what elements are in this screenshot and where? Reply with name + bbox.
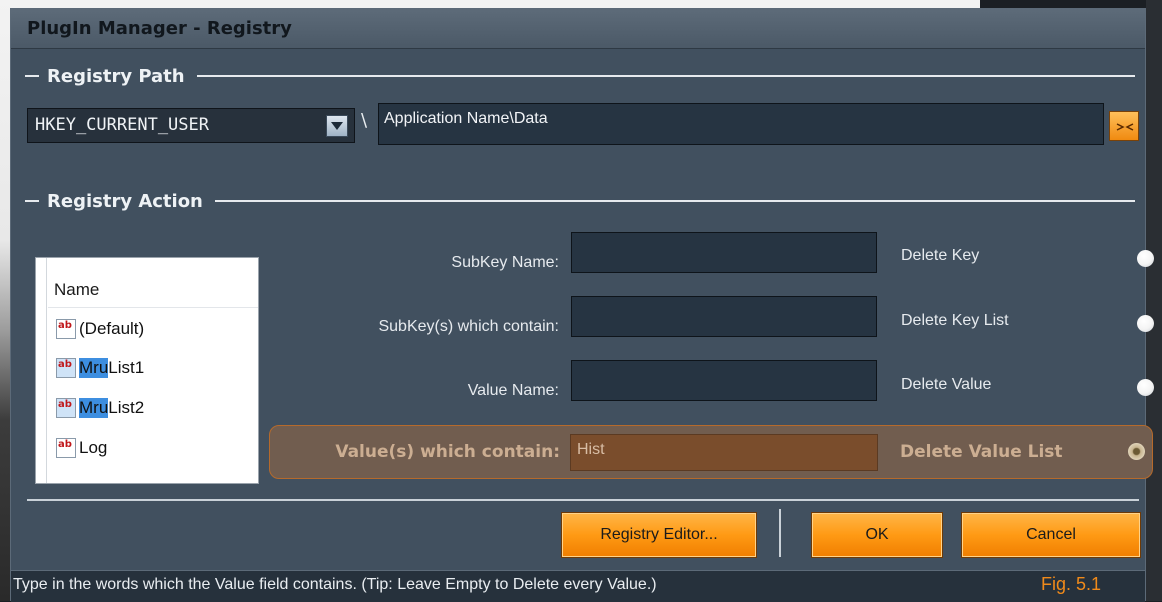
- hive-select[interactable]: HKEY_CURRENT_USER: [27, 108, 355, 143]
- plugin-manager-dialog: PlugIn Manager - Registry Registry Path …: [10, 8, 1154, 602]
- delete-value-label: Delete Value: [901, 376, 992, 393]
- delete-key-radio[interactable]: [1137, 250, 1154, 267]
- value-name-label: Value Name:: [467, 382, 559, 399]
- reg-string-icon: ab: [56, 438, 76, 458]
- list-item[interactable]: ab Mru List2: [56, 394, 144, 422]
- list-item[interactable]: ab (Default): [56, 315, 144, 343]
- registry-path-label: Registry Path: [47, 65, 185, 87]
- delete-value-list-label: Delete Value List: [900, 442, 1063, 462]
- list-item[interactable]: ab Log: [56, 434, 107, 462]
- button-separator: [779, 509, 781, 557]
- search-highlight: Mru: [79, 358, 109, 378]
- list-item[interactable]: ab Mru List1: [56, 354, 144, 382]
- window-title: PlugIn Manager - Registry: [27, 18, 292, 39]
- figure-label: Fig. 5.1: [1041, 574, 1102, 594]
- hive-select-value: HKEY_CURRENT_USER: [35, 115, 209, 135]
- delete-key-list-radio[interactable]: [1137, 315, 1154, 332]
- selected-action-row[interactable]: Value(s) which contain: Hist Delete Valu…: [269, 425, 1153, 479]
- background-desktop: [0, 0, 10, 601]
- registry-action-label: Registry Action: [47, 190, 203, 212]
- subkeys-contain-input[interactable]: [571, 296, 877, 337]
- ok-button[interactable]: OK: [811, 512, 943, 558]
- registry-path-input[interactable]: Application Name\Data: [378, 103, 1104, 145]
- values-contain-label: Value(s) which contain:: [335, 442, 560, 462]
- background-desktop-right: [1146, 0, 1162, 601]
- registry-path-section-header: Registry Path: [25, 62, 1135, 90]
- search-highlight: Mru: [79, 398, 109, 418]
- subkey-name-label: SubKey Name:: [451, 254, 559, 271]
- delete-value-radio[interactable]: [1137, 379, 1154, 396]
- cancel-button[interactable]: Cancel: [961, 512, 1141, 558]
- delete-key-label: Delete Key: [901, 247, 980, 264]
- subkey-name-input[interactable]: [571, 232, 877, 273]
- delete-value-list-radio[interactable]: [1128, 443, 1145, 460]
- reg-string-icon: ab: [56, 319, 76, 339]
- subkeys-contain-label: SubKey(s) which contain:: [378, 318, 559, 335]
- registry-editor-button[interactable]: Registry Editor...: [561, 512, 757, 558]
- delete-key-list-label: Delete Key List: [901, 312, 1009, 329]
- list-column-header-name[interactable]: Name: [54, 280, 99, 300]
- footer-divider: [27, 499, 1139, 501]
- registry-values-list[interactable]: Name ab (Default) ab Mru List1 ab Mru List…: [35, 257, 259, 484]
- values-contain-input[interactable]: Hist: [570, 434, 878, 471]
- title-bar[interactable]: PlugIn Manager - Registry: [11, 9, 1145, 49]
- registry-action-section-header: Registry Action: [25, 187, 1135, 215]
- collapse-button[interactable]: [1109, 111, 1139, 141]
- collapse-arrows-icon: [1116, 123, 1134, 131]
- path-separator: \: [361, 110, 368, 131]
- chevron-down-icon[interactable]: [326, 115, 348, 137]
- status-bar: Type in the words which the Value field …: [11, 570, 1145, 602]
- value-name-input[interactable]: [571, 360, 877, 401]
- reg-string-icon: ab: [56, 358, 76, 378]
- reg-string-icon: ab: [56, 398, 76, 418]
- status-text: Type in the words which the Value field …: [13, 576, 657, 593]
